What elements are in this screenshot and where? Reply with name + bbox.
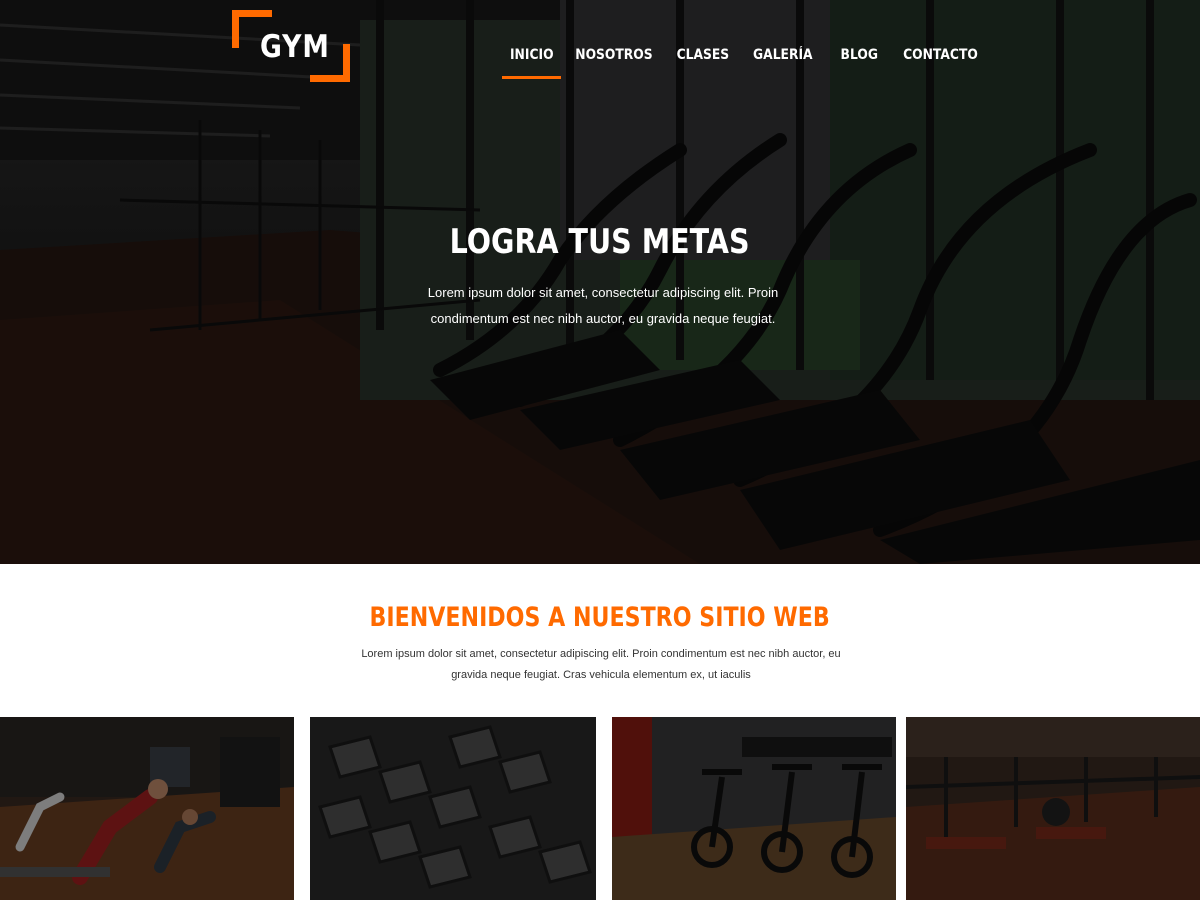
- hero-title: LOGRA TUS METAS: [449, 222, 750, 262]
- nav-item-inicio[interactable]: INICIO: [502, 47, 561, 79]
- nav-item-galeria[interactable]: GALERÍA: [753, 47, 813, 79]
- hero-subtitle: Lorem ipsum dolor sit amet, consectetur …: [427, 285, 779, 326]
- welcome-section: BIENVENIDOS A NUESTRO SITIO WEB Lorem ip…: [0, 564, 1200, 717]
- gallery-image-dumbbells[interactable]: [310, 717, 596, 900]
- nav-item-nosotros[interactable]: NOSOTROS: [575, 47, 652, 79]
- nav-item-clases[interactable]: CLASES: [677, 47, 730, 79]
- welcome-text: Lorem ipsum dolor sit amet, consectetur …: [361, 648, 841, 681]
- welcome-title: BIENVENIDOS A NUESTRO SITIO WEB: [369, 602, 831, 633]
- nav-item-blog[interactable]: BLOG: [840, 47, 877, 79]
- hero-banner: GYM INICIO NOSOTROS CLASES GALERÍA BLOG …: [0, 0, 1200, 564]
- main-navigation: INICIO NOSOTROS CLASES GALERÍA BLOG CONT…: [502, 47, 978, 79]
- gallery-image-spinning-bikes[interactable]: [612, 717, 896, 900]
- gym-logo[interactable]: GYM: [232, 10, 350, 82]
- gallery-image-weight-room[interactable]: [906, 717, 1200, 900]
- photo-gallery: [0, 717, 1200, 900]
- logo-text: GYM: [260, 29, 330, 65]
- gallery-image-yoga-class[interactable]: [0, 717, 294, 900]
- nav-item-contacto[interactable]: CONTACTO: [903, 47, 978, 79]
